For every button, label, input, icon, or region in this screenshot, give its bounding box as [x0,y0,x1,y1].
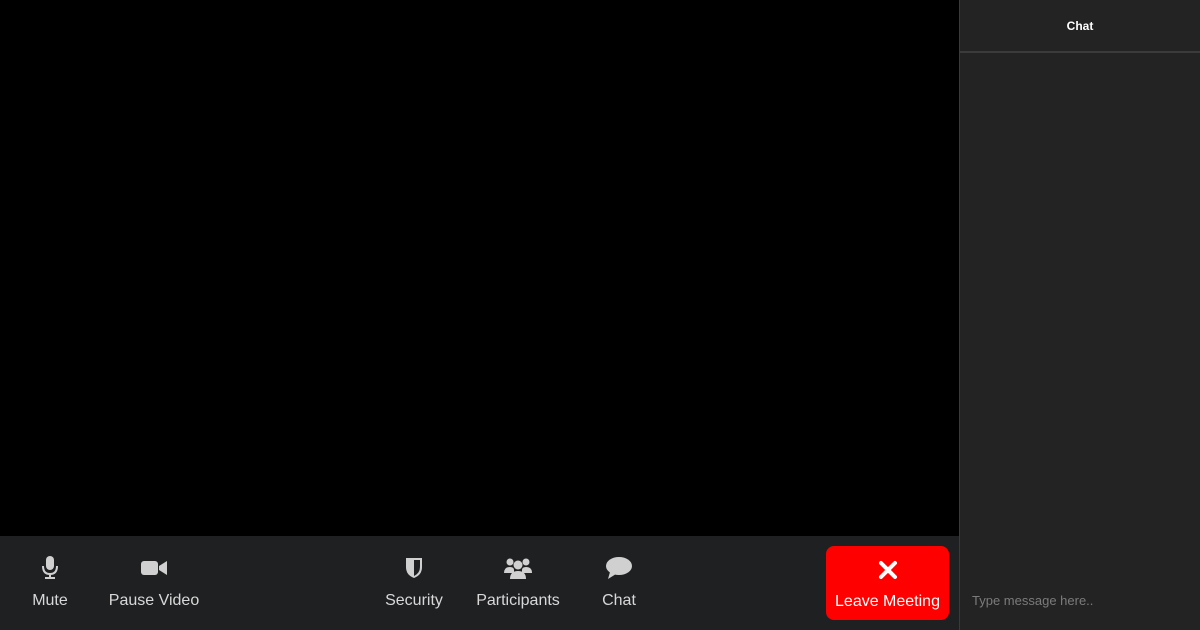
pause-video-button[interactable]: Pause Video [108,536,200,630]
microphone-icon [41,554,59,582]
participants-label: Participants [476,592,560,609]
chat-label: Chat [602,592,636,609]
pause-video-label: Pause Video [108,592,200,609]
chat-message-list[interactable] [960,55,1200,570]
meeting-window: Mute Pause Video Security Participants C… [0,0,1200,630]
chat-message-input[interactable] [960,570,1200,630]
video-camera-icon [140,554,168,582]
leave-meeting-label: Leave Meeting [835,593,940,610]
users-icon [503,554,533,582]
meeting-toolbar: Mute Pause Video Security Participants C… [0,536,959,630]
chat-button[interactable]: Chat [598,536,640,630]
mute-label: Mute [32,592,68,609]
shield-icon [404,554,424,582]
security-label: Security [385,592,443,609]
chat-panel: Chat [959,0,1200,630]
chat-panel-title: Chat [960,0,1200,53]
video-area [0,0,959,536]
mute-button[interactable]: Mute [28,536,72,630]
participants-button[interactable]: Participants [474,536,562,630]
security-button[interactable]: Security [384,536,444,630]
leave-meeting-button[interactable]: Leave Meeting [826,546,949,620]
close-icon [878,558,898,582]
chat-bubble-icon [605,554,633,582]
